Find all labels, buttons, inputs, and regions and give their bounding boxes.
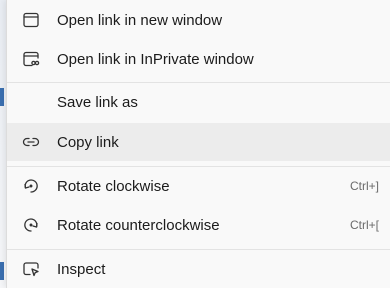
menu-item-label: Rotate clockwise (57, 177, 170, 195)
rotate-clockwise-icon (21, 176, 41, 196)
menu-item-label: Copy link (57, 133, 119, 151)
window-icon (21, 10, 41, 30)
menu-item-label: Save link as (57, 93, 138, 111)
menu-item-label: Open link in InPrivate window (57, 50, 254, 68)
rotate-counterclockwise-icon (21, 215, 41, 235)
menu-item-label: Rotate counterclockwise (57, 216, 220, 234)
context-menu: Open link in new window Open link in InP… (6, 0, 390, 288)
menu-item-rotate-clockwise[interactable]: Rotate clockwise Ctrl+] (7, 167, 390, 205)
menu-item-open-inprivate-window[interactable]: Open link in InPrivate window (7, 40, 390, 78)
menu-item-inspect[interactable]: Inspect (7, 250, 390, 288)
menu-item-label: Open link in new window (57, 11, 223, 29)
menu-item-rotate-counterclockwise[interactable]: Rotate counterclockwise Ctrl+[ (7, 206, 390, 244)
menu-item-save-link-as[interactable]: Save link as (7, 83, 390, 121)
link-icon (21, 132, 41, 152)
background-accent-mark (0, 88, 4, 106)
menu-item-label: Inspect (57, 260, 106, 278)
menu-item-shortcut: Ctrl+] (349, 179, 379, 193)
background-accent-mark (0, 262, 4, 280)
inprivate-window-icon (21, 49, 41, 69)
menu-item-copy-link[interactable]: Copy link (7, 123, 390, 161)
menu-item-open-new-window[interactable]: Open link in new window (7, 1, 390, 39)
menu-item-shortcut: Ctrl+[ (349, 218, 379, 232)
inspect-icon (21, 259, 41, 279)
